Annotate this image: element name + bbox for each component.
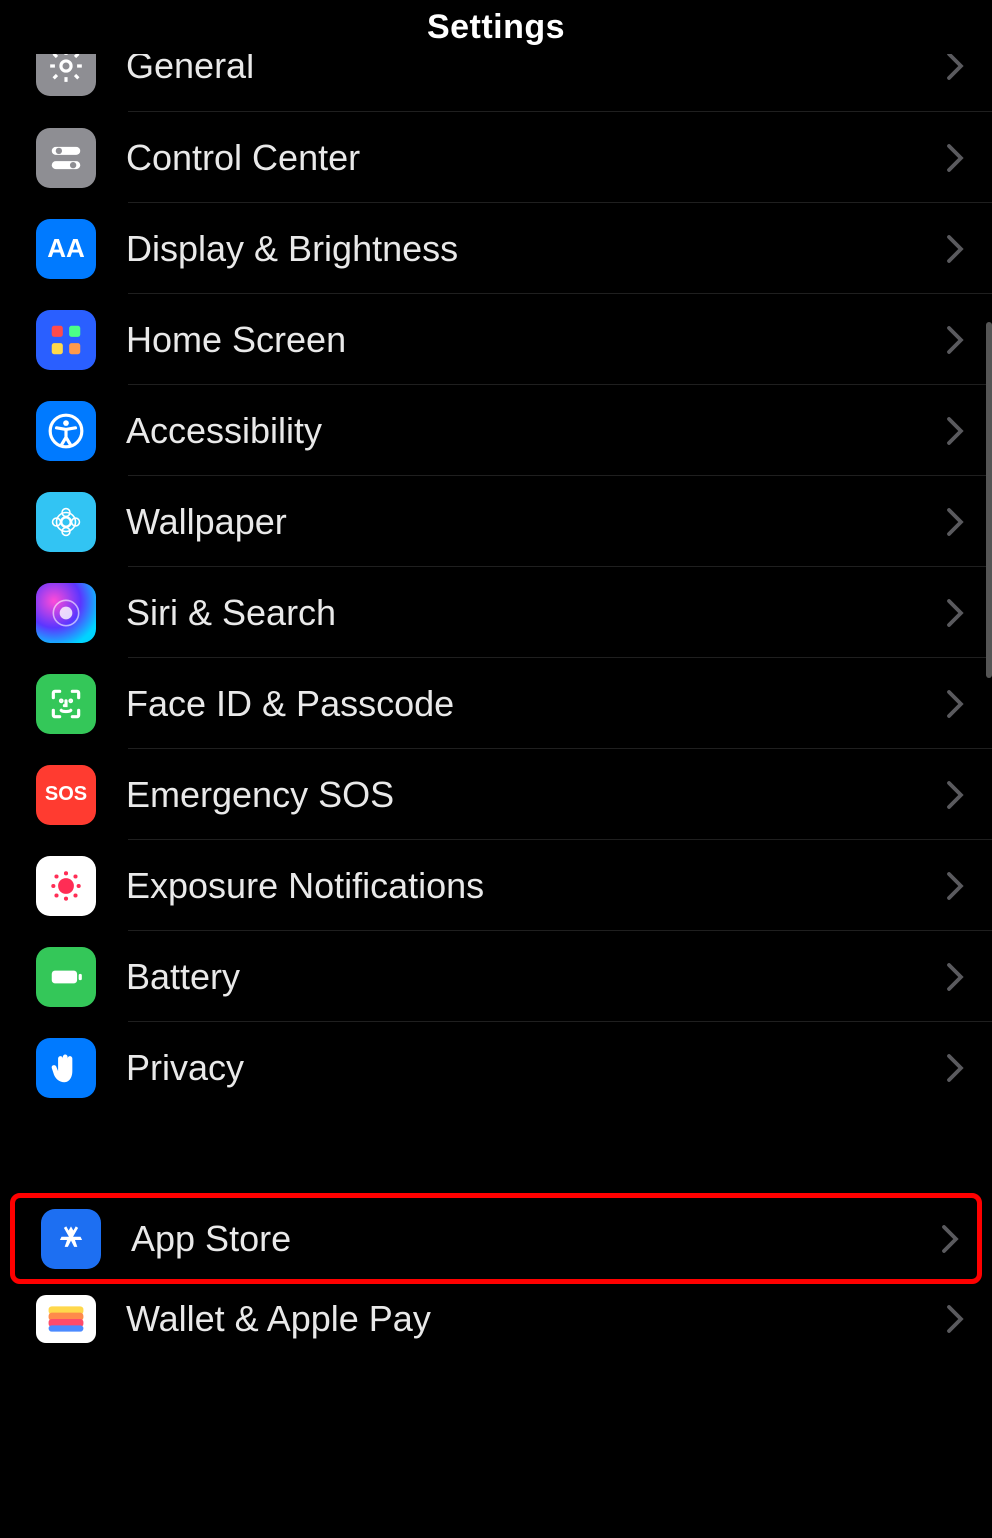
text-size-icon: AA bbox=[36, 219, 96, 279]
privacy-hand-icon bbox=[36, 1038, 96, 1098]
settings-row-wallet-apple-pay[interactable]: Wallet & Apple Pay bbox=[0, 1284, 992, 1354]
chevron-right-icon bbox=[946, 780, 964, 810]
siri-icon bbox=[36, 583, 96, 643]
page-title: Settings bbox=[427, 8, 565, 47]
battery-icon bbox=[36, 947, 96, 1007]
chevron-right-icon bbox=[946, 143, 964, 173]
home-screen-icon bbox=[36, 310, 96, 370]
exposure-icon bbox=[36, 856, 96, 916]
settings-row-battery[interactable]: Battery bbox=[0, 931, 992, 1022]
settings-row-wallpaper[interactable]: Wallpaper bbox=[0, 476, 992, 567]
row-label: Emergency SOS bbox=[126, 774, 946, 816]
scrollbar-thumb[interactable] bbox=[986, 322, 992, 678]
chevron-right-icon bbox=[946, 416, 964, 446]
row-label: Battery bbox=[126, 956, 946, 998]
face-id-icon bbox=[36, 674, 96, 734]
chevron-right-icon bbox=[946, 54, 964, 81]
settings-row-emergency-sos[interactable]: SOS Emergency SOS bbox=[0, 749, 992, 840]
row-label: Accessibility bbox=[126, 410, 946, 452]
accessibility-icon bbox=[36, 401, 96, 461]
row-label: Siri & Search bbox=[126, 592, 946, 634]
wallpaper-icon bbox=[36, 492, 96, 552]
chevron-right-icon bbox=[946, 962, 964, 992]
wallet-icon bbox=[36, 1295, 96, 1343]
settings-row-accessibility[interactable]: Accessibility bbox=[0, 385, 992, 476]
chevron-right-icon bbox=[946, 1053, 964, 1083]
row-label: Face ID & Passcode bbox=[126, 683, 946, 725]
chevron-right-icon bbox=[946, 325, 964, 355]
sos-icon: SOS bbox=[36, 765, 96, 825]
row-label: Wallet & Apple Pay bbox=[126, 1298, 946, 1340]
row-label: Display & Brightness bbox=[126, 228, 946, 270]
row-label: Home Screen bbox=[126, 319, 946, 361]
row-label: Control Center bbox=[126, 137, 946, 179]
header-bar: Settings bbox=[0, 0, 992, 54]
toggles-icon bbox=[36, 128, 96, 188]
sos-glyph: SOS bbox=[45, 783, 87, 806]
section-gap bbox=[0, 1113, 992, 1193]
chevron-right-icon bbox=[946, 234, 964, 264]
settings-row-siri-search[interactable]: Siri & Search bbox=[0, 567, 992, 658]
settings-row-home-screen[interactable]: Home Screen bbox=[0, 294, 992, 385]
settings-row-face-id[interactable]: Face ID & Passcode bbox=[0, 658, 992, 749]
settings-row-display-brightness[interactable]: AA Display & Brightness bbox=[0, 203, 992, 294]
settings-row-app-store[interactable]: App Store bbox=[10, 1193, 982, 1284]
row-label: App Store bbox=[131, 1218, 941, 1260]
settings-row-privacy[interactable]: Privacy bbox=[0, 1022, 992, 1113]
chevron-right-icon bbox=[946, 689, 964, 719]
chevron-right-icon bbox=[946, 1304, 964, 1334]
chevron-right-icon bbox=[946, 598, 964, 628]
aa-glyph: AA bbox=[47, 233, 85, 264]
settings-row-exposure-notifications[interactable]: Exposure Notifications bbox=[0, 840, 992, 931]
gear-icon bbox=[36, 54, 96, 96]
row-label: Wallpaper bbox=[126, 501, 946, 543]
chevron-right-icon bbox=[941, 1224, 959, 1254]
row-label: Exposure Notifications bbox=[126, 865, 946, 907]
row-label: General bbox=[126, 54, 946, 87]
settings-row-control-center[interactable]: Control Center bbox=[0, 112, 992, 203]
chevron-right-icon bbox=[946, 507, 964, 537]
settings-row-general[interactable]: General bbox=[0, 54, 992, 112]
chevron-right-icon bbox=[946, 871, 964, 901]
settings-list: General Control Center AA Display & Brig… bbox=[0, 54, 992, 1354]
row-label: Privacy bbox=[126, 1047, 946, 1089]
app-store-icon bbox=[41, 1209, 101, 1269]
